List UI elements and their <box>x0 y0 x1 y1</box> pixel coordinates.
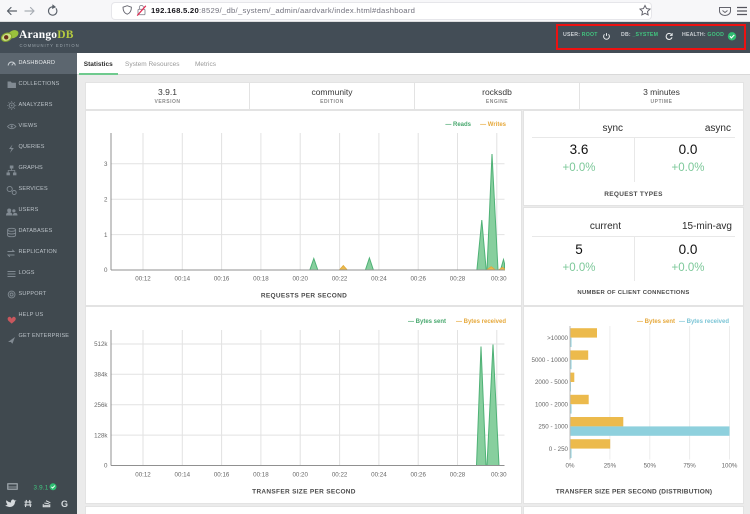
svg-text:00:30: 00:30 <box>491 276 507 283</box>
svg-text:25%: 25% <box>604 463 617 470</box>
svg-text:384k: 384k <box>94 372 108 379</box>
svg-text:0%: 0% <box>566 463 575 470</box>
svg-text:00:22: 00:22 <box>332 472 348 479</box>
svg-text:00:30: 00:30 <box>491 472 507 479</box>
svg-text:— Writes: — Writes <box>480 122 507 128</box>
svg-text:100%: 100% <box>722 463 738 470</box>
svg-text:— Reads: — Reads <box>445 122 471 128</box>
svg-text:00:20: 00:20 <box>292 472 308 479</box>
svg-text:1000 - 2000: 1000 - 2000 <box>535 401 569 408</box>
svg-text:00:20: 00:20 <box>292 276 308 283</box>
svg-text:5000 - 10000: 5000 - 10000 <box>532 357 569 364</box>
svg-text:2000 - 5000: 2000 - 5000 <box>535 379 569 386</box>
svg-text:00:14: 00:14 <box>175 276 191 283</box>
svg-text:512k: 512k <box>94 341 108 348</box>
svg-text:>10000: >10000 <box>547 335 568 342</box>
svg-text:0 - 250: 0 - 250 <box>549 446 569 453</box>
svg-text:00:28: 00:28 <box>450 276 466 283</box>
svg-text:00:24: 00:24 <box>371 276 387 283</box>
svg-text:— Bytes sent: — Bytes sent <box>637 319 675 325</box>
svg-text:3.9.1: 3.9.1 <box>34 485 49 492</box>
svg-text:0: 0 <box>104 267 108 274</box>
svg-text:00:26: 00:26 <box>410 276 426 283</box>
svg-text:00:28: 00:28 <box>450 472 466 479</box>
svg-text:00:12: 00:12 <box>135 276 151 283</box>
svg-text:2: 2 <box>104 196 108 203</box>
svg-text:00:22: 00:22 <box>332 276 348 283</box>
svg-text:128k: 128k <box>94 432 108 439</box>
svg-text:00:18: 00:18 <box>253 472 269 479</box>
svg-text:TRANSFER SIZE PER SECOND (DIST: TRANSFER SIZE PER SECOND (DISTRIBUTION) <box>556 489 713 496</box>
svg-text:00:18: 00:18 <box>253 276 269 283</box>
svg-text:75%: 75% <box>683 463 696 470</box>
svg-text:3: 3 <box>104 161 108 168</box>
svg-text:00:16: 00:16 <box>214 472 230 479</box>
svg-text:— Bytes sent: — Bytes sent <box>408 319 446 325</box>
svg-text:00:14: 00:14 <box>175 472 191 479</box>
svg-text:250 - 1000: 250 - 1000 <box>538 424 568 431</box>
svg-text:00:12: 00:12 <box>135 472 151 479</box>
svg-text:— Bytes received: — Bytes received <box>456 319 506 325</box>
svg-text:0: 0 <box>104 463 108 470</box>
svg-text:TRANSFER SIZE PER SECOND: TRANSFER SIZE PER SECOND <box>252 489 356 496</box>
svg-text:50%: 50% <box>644 463 657 470</box>
svg-text:— Bytes received: — Bytes received <box>679 319 729 325</box>
svg-text:G: G <box>61 499 68 509</box>
svg-text:1: 1 <box>104 232 108 239</box>
svg-text:REQUESTS PER SECOND: REQUESTS PER SECOND <box>261 293 347 300</box>
svg-text:00:24: 00:24 <box>371 472 387 479</box>
svg-text:256k: 256k <box>94 402 108 409</box>
svg-text:00:26: 00:26 <box>410 472 426 479</box>
svg-text:00:16: 00:16 <box>214 276 230 283</box>
